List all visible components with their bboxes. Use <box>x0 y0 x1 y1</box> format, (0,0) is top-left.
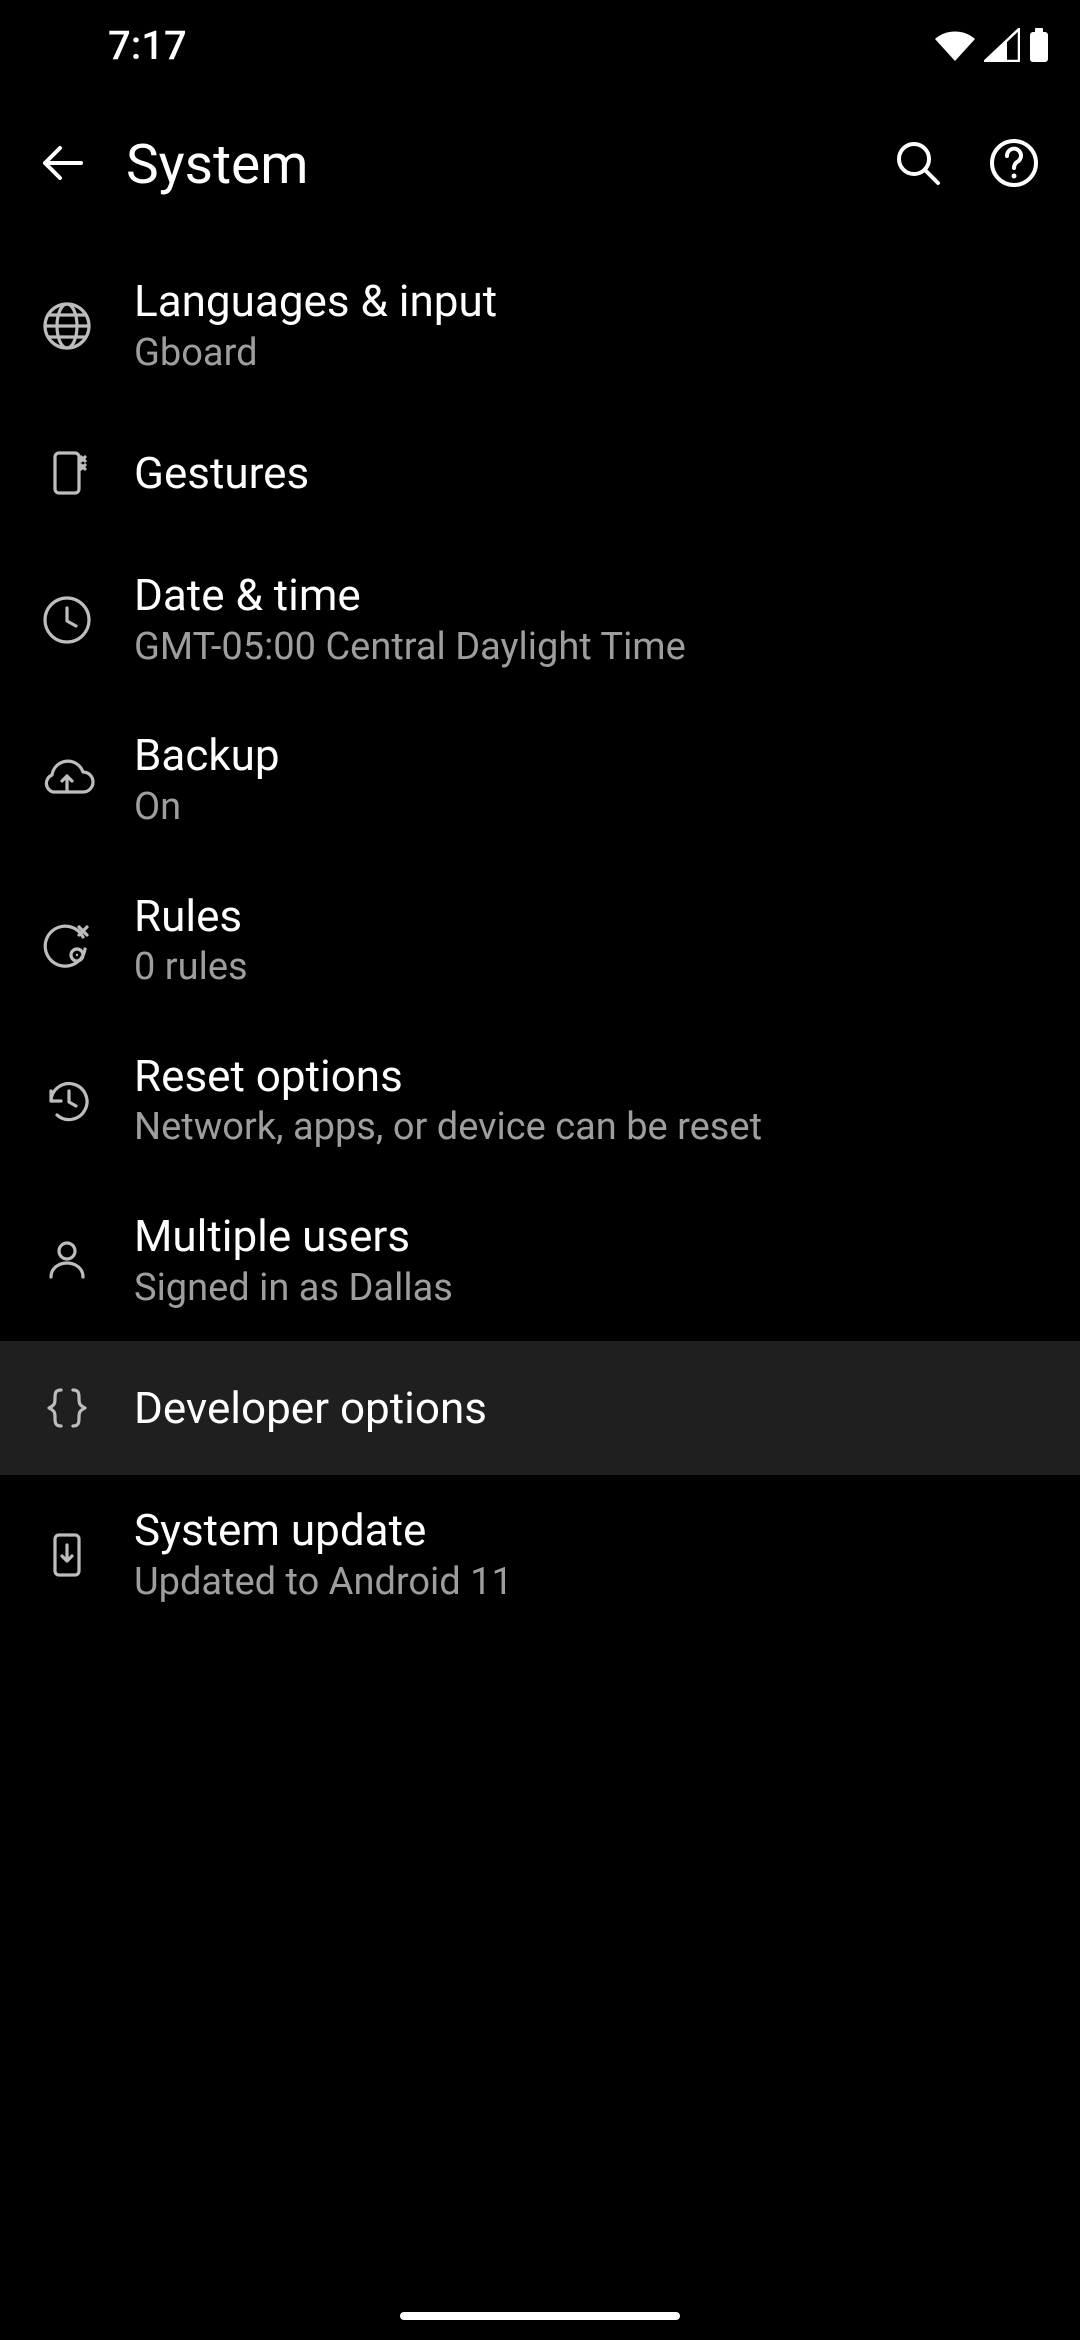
row-title: Rules <box>134 891 248 942</box>
gesture-nav-bar[interactable] <box>0 2312 1080 2320</box>
help-icon <box>987 136 1041 194</box>
row-system-update[interactable]: System update Updated to Android 11 <box>0 1475 1080 1635</box>
braces-icon <box>39 1380 95 1436</box>
row-subtitle: GMT-05:00 Central Daylight Time <box>134 625 686 671</box>
status-bar: 7:17 <box>0 0 1080 90</box>
clock-icon <box>39 592 95 648</box>
row-subtitle: Network, apps, or device can be reset <box>134 1105 762 1151</box>
person-icon <box>39 1233 95 1289</box>
help-button[interactable] <box>966 117 1062 213</box>
row-subtitle: Signed in as Dallas <box>134 1266 453 1312</box>
search-icon <box>891 136 945 194</box>
wifi-icon <box>934 28 976 62</box>
settings-list: Languages & input Gboard Gestures <box>0 240 1080 1635</box>
system-update-icon <box>39 1527 95 1583</box>
status-icons <box>934 27 1050 63</box>
row-reset[interactable]: Reset options Network, apps, or device c… <box>0 1021 1080 1181</box>
row-languages[interactable]: Languages & input Gboard <box>0 246 1080 406</box>
back-button[interactable] <box>18 120 108 210</box>
globe-icon <box>39 298 95 354</box>
battery-icon <box>1028 27 1050 63</box>
row-title: Reset options <box>134 1051 762 1102</box>
app-bar: System <box>0 90 1080 240</box>
row-subtitle: Gboard <box>134 331 497 377</box>
row-title: Gestures <box>134 448 309 499</box>
row-backup[interactable]: Backup On <box>0 700 1080 860</box>
row-subtitle: Updated to Android 11 <box>134 1560 513 1606</box>
nav-pill-icon <box>400 2312 680 2320</box>
row-title: System update <box>134 1505 513 1556</box>
restore-icon <box>39 1073 95 1129</box>
row-title: Multiple users <box>134 1211 453 1262</box>
row-subtitle: 0 rules <box>134 945 248 991</box>
row-title: Developer options <box>134 1383 487 1434</box>
cloud-upload-icon <box>37 752 97 808</box>
row-subtitle: On <box>134 785 280 831</box>
row-developer-options[interactable]: Developer options <box>0 1341 1080 1475</box>
row-gestures[interactable]: Gestures <box>0 406 1080 540</box>
row-title: Languages & input <box>134 276 497 327</box>
page-title: System <box>126 133 870 197</box>
row-multiple-users[interactable]: Multiple users Signed in as Dallas <box>0 1181 1080 1341</box>
arrow-back-icon <box>36 136 90 194</box>
status-time: 7:17 <box>108 22 187 69</box>
row-title: Backup <box>134 730 280 781</box>
rules-icon <box>39 913 95 969</box>
row-rules[interactable]: Rules 0 rules <box>0 861 1080 1021</box>
row-title: Date & time <box>134 570 686 621</box>
gestures-phone-icon <box>39 445 95 501</box>
cellular-icon <box>984 28 1020 62</box>
search-button[interactable] <box>870 117 966 213</box>
row-date-time[interactable]: Date & time GMT-05:00 Central Daylight T… <box>0 540 1080 700</box>
